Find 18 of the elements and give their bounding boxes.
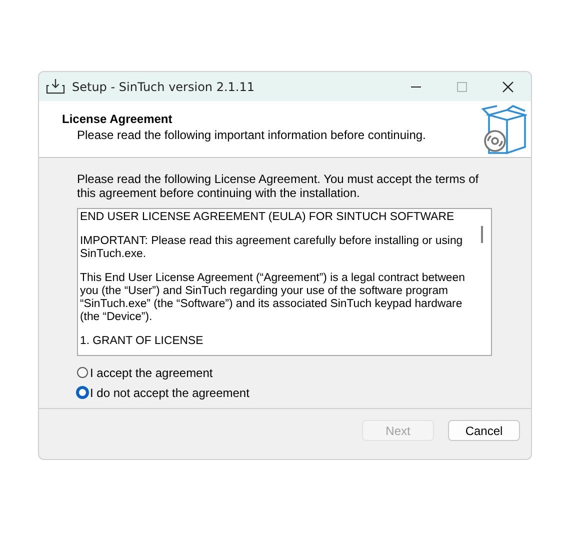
close-icon — [501, 80, 515, 92]
license-paragraph: END USER LICENSE AGREEMENT (EULA) FOR SINTUCH SOFTWARE — [80, 210, 456, 224]
radio-button[interactable] — [77, 367, 88, 378]
dialog-button[interactable]: Cancel — [448, 420, 520, 442]
window-title: Setup - SinTuch version 2.1.11 — [72, 80, 256, 94]
license-paragraph: This End User License Agreement (“Agreement”) is a legal contract between you (the “User”) and SinTuch regarding your use of the software program “SinTuch.exe” (the “Software”) and its associated SinTuch keypad hardware (the “Device”). — [80, 272, 466, 324]
radio-label[interactable]: I do not accept the agreement — [90, 386, 250, 400]
radio-button[interactable] — [76, 386, 89, 400]
page-title: License Agreement — [62, 112, 174, 126]
scrollbar-thumb[interactable] — [481, 226, 483, 243]
license-paragraph: 1. GRANT OF LICENSE — [80, 334, 204, 348]
license-text-box[interactable] — [77, 208, 492, 356]
maximize-icon — [455, 80, 469, 92]
license-paragraph: IMPORTANT: Please read this agreement carefully before installing or using SinTuch.exe. — [80, 234, 464, 261]
page-subtitle: Please read the following important information before continuing. — [76, 128, 426, 142]
instruction-text: Please read the following License Agreement. You must accept the terms of this agreement before continuing with the installation. — [77, 172, 480, 200]
download-tray-icon — [46, 78, 65, 95]
radio-label[interactable]: I accept the agreement — [90, 366, 213, 380]
